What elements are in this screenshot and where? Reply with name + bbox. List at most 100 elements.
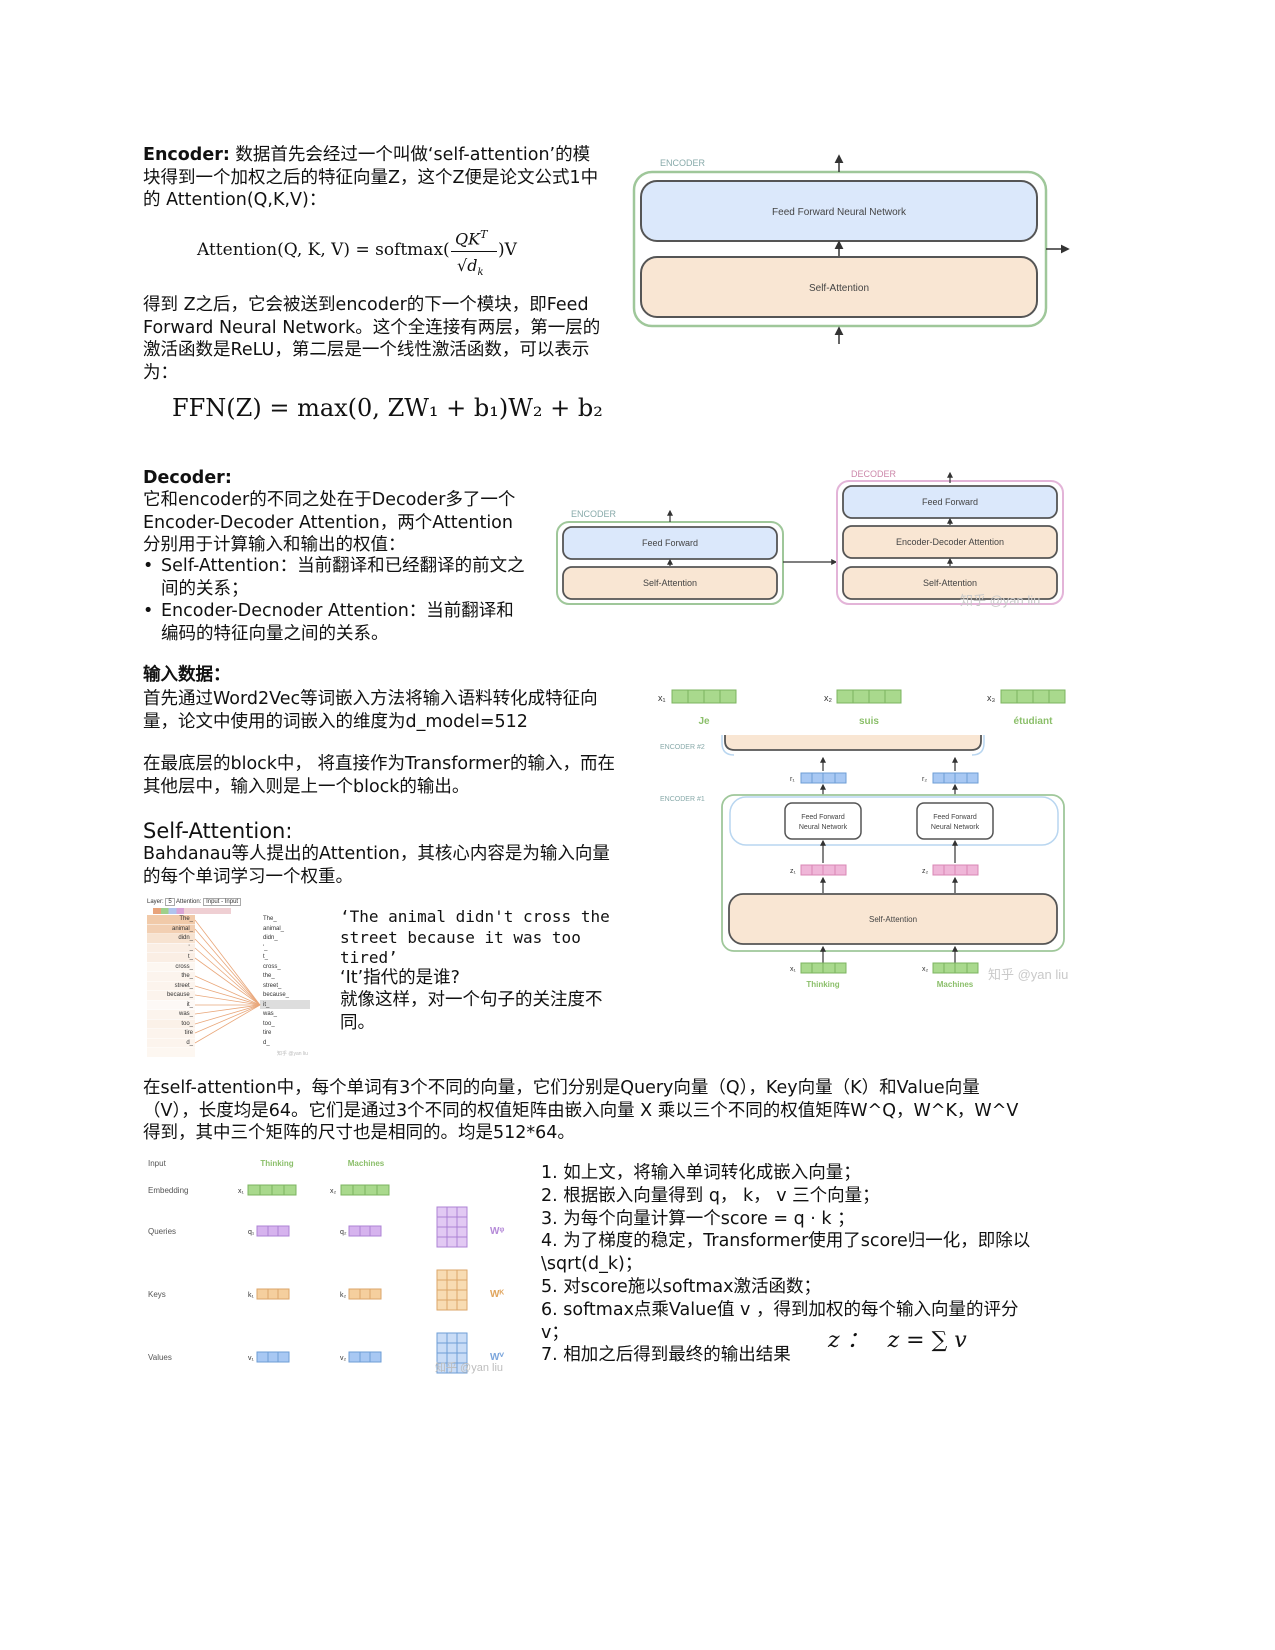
svg-text:r₂: r₂ [922, 776, 927, 783]
svg-text:Je: Je [698, 716, 710, 727]
q2-vector [348, 1225, 382, 1237]
embedding-vector-x1 [671, 689, 737, 704]
svg-text:v₁: v₁ [248, 1355, 255, 1362]
fraction-bar [451, 251, 497, 252]
viz-token: too_ [181, 1020, 193, 1027]
svg-text:x₁: x₁ [658, 693, 666, 703]
viz-token: it_ [186, 1001, 193, 1008]
svg-text:Queries: Queries [148, 1227, 176, 1236]
svg-text:q₂: q₂ [340, 1229, 347, 1236]
attention-visualization: Layer: 5 Attention: Input - Input The_ a… [145, 897, 320, 1062]
example-sentence: ‘The animal didn't cross the street beca… [340, 907, 610, 967]
svg-text:Input: Input [148, 1159, 167, 1168]
step-item: 1. 如上文，将输入单词转化成嵌入向量； [541, 1163, 861, 1183]
svg-text:Embedding: Embedding [148, 1186, 188, 1195]
qkv-diagram: Input Embedding Queries Keys Values Thin… [148, 1159, 504, 1374]
enc-label: ENCODER [571, 509, 617, 519]
viz-token: tire [263, 1030, 272, 1036]
ffn-paragraph: 得到 Z之后，它会被送到encoder的下一个模块，即Feed Forward … [143, 295, 601, 383]
viz-footer: 知乎 @yan liu [277, 1051, 308, 1057]
x2-vector [340, 1184, 390, 1196]
svg-text:k₁: k₁ [248, 1292, 255, 1299]
ffnn-box-2 [916, 802, 994, 840]
viz-right-tokens: The_ animal_ didn_ '_ t_ cross_ the_ str… [263, 915, 313, 1048]
sum-label: z ： [828, 1328, 869, 1353]
viz-token: cross_ [263, 963, 281, 970]
stacked-encoder-diagram: x₁ x₂ x₃ Je suis étudiant ENCODER #2 r₁ … [658, 689, 1068, 989]
viz-token: too_ [263, 1020, 275, 1027]
z1-vector [800, 864, 847, 876]
viz-token: d_ [263, 1039, 270, 1046]
embedding-vector-x2 [836, 689, 902, 704]
svg-text:Thinking: Thinking [260, 1159, 293, 1168]
svg-text:Neural Network: Neural Network [799, 824, 848, 831]
decoder-bullet: Self-Attention：当前翻译和已经翻译的前文之间的关系； [143, 555, 528, 600]
head-color-bar [153, 908, 231, 914]
svg-text:v₂: v₂ [340, 1355, 347, 1362]
k2-vector [348, 1288, 382, 1300]
svg-text:x₂: x₂ [330, 1188, 337, 1195]
viz-controls: Layer: 5 Attention: Input - Input [147, 898, 242, 906]
viz-token: '_ [263, 944, 268, 951]
viz-token: The_ [263, 916, 277, 922]
attention-select[interactable]: Input - Input [203, 898, 242, 906]
viz-token: cross_ [175, 963, 193, 970]
bottom-x1-vector [800, 962, 847, 974]
encoder-heading: Encoder: [143, 145, 230, 165]
ffnn-lane [729, 796, 1059, 846]
svg-text:Feed Forward: Feed Forward [801, 814, 845, 821]
viz-left-tokens: The_ animal_ didn_ '_ t_ cross_ the_ str… [147, 915, 193, 1048]
viz-token: t_ [263, 954, 269, 960]
decoder-bullet: Encoder-Decnoder Attention：当前翻译和编码的特征向量之… [143, 600, 528, 645]
bottom-x2-vector [932, 962, 979, 974]
viz-token: because_ [166, 992, 193, 998]
svg-text:z₁: z₁ [790, 868, 797, 875]
svg-text:x₃: x₃ [987, 693, 996, 703]
z2-vector [932, 864, 979, 876]
step-item: 2. 根据嵌入向量得到 q， k， v 三个向量； [541, 1185, 880, 1206]
svg-text:suis: suis [859, 716, 879, 727]
r1-vector [800, 772, 847, 784]
explanation-text: 就像这样，对一个句子的关注度不同。 [340, 990, 603, 1033]
r2-vector [932, 772, 979, 784]
viz-token: didn_ [178, 935, 193, 941]
formula-lhs: Attention(Q, K, V) = softmax( [197, 240, 450, 260]
ffnn-box-1 [784, 802, 862, 840]
svg-text:Thinking: Thinking [806, 980, 839, 989]
svg-text:x₂: x₂ [824, 693, 833, 703]
encoder-paragraph: Encoder: 数据首先会经过一个叫做‘self-attention’的模块得… [143, 144, 603, 212]
viz-token: was_ [263, 1011, 278, 1017]
svg-text:x₁: x₁ [238, 1188, 245, 1195]
ffnn-label: Feed Forward Neural Network [772, 207, 907, 218]
v1-vector [256, 1351, 290, 1363]
svg-text:Wᴷ: Wᴷ [490, 1289, 504, 1300]
svg-text:Machines: Machines [348, 1159, 385, 1168]
decoder-text: 它和encoder的不同之处在于Decoder多了一个Encoder-Decod… [143, 490, 516, 555]
viz-token: tire [184, 1030, 193, 1036]
watermark: 知乎 @yan liu [960, 593, 1040, 608]
svg-text:r₁: r₁ [790, 776, 795, 783]
svg-text:Wᵠ: Wᵠ [490, 1226, 504, 1237]
svg-text:Feed Forward: Feed Forward [933, 814, 977, 821]
formula-denominator: √dk [457, 256, 484, 279]
svg-text:ENCODER #1: ENCODER #1 [660, 796, 705, 803]
formula-numerator: QKT [455, 228, 488, 249]
step-item: 4. 为了梯度的稳定，Transformer使用了score归一化，即除以 \s… [541, 1231, 1031, 1275]
svg-text:x₁: x₁ [790, 966, 797, 973]
input-p2: 在最底层的block中， 将直接作为Transformer的输入，而在其他层中，… [143, 754, 616, 797]
encoder-label: ENCODER [660, 158, 706, 168]
svg-text:Neural Network: Neural Network [931, 824, 980, 831]
svg-text:Values: Values [148, 1353, 172, 1362]
svg-text:q₁: q₁ [248, 1229, 255, 1236]
self-attention-text: Bahdanau等人提出的Attention，其核心内容是为输入向量的每个单词学… [143, 844, 610, 887]
embedding-vector-x3 [1000, 689, 1066, 704]
self-attention-label: Self-Attention [809, 283, 869, 294]
svg-text:étudiant: étudiant [1014, 716, 1054, 727]
svg-text:Self-Attention: Self-Attention [923, 578, 977, 588]
viz-token: t_ [187, 954, 193, 960]
svg-text:ENCODER #2: ENCODER #2 [660, 744, 705, 751]
viz-token: animal_ [171, 925, 193, 932]
layer-select[interactable]: 5 [165, 898, 175, 906]
svg-text:Machines: Machines [937, 980, 974, 989]
step-item: 3. 为每个向量计算一个score = q · k ； [541, 1208, 855, 1229]
